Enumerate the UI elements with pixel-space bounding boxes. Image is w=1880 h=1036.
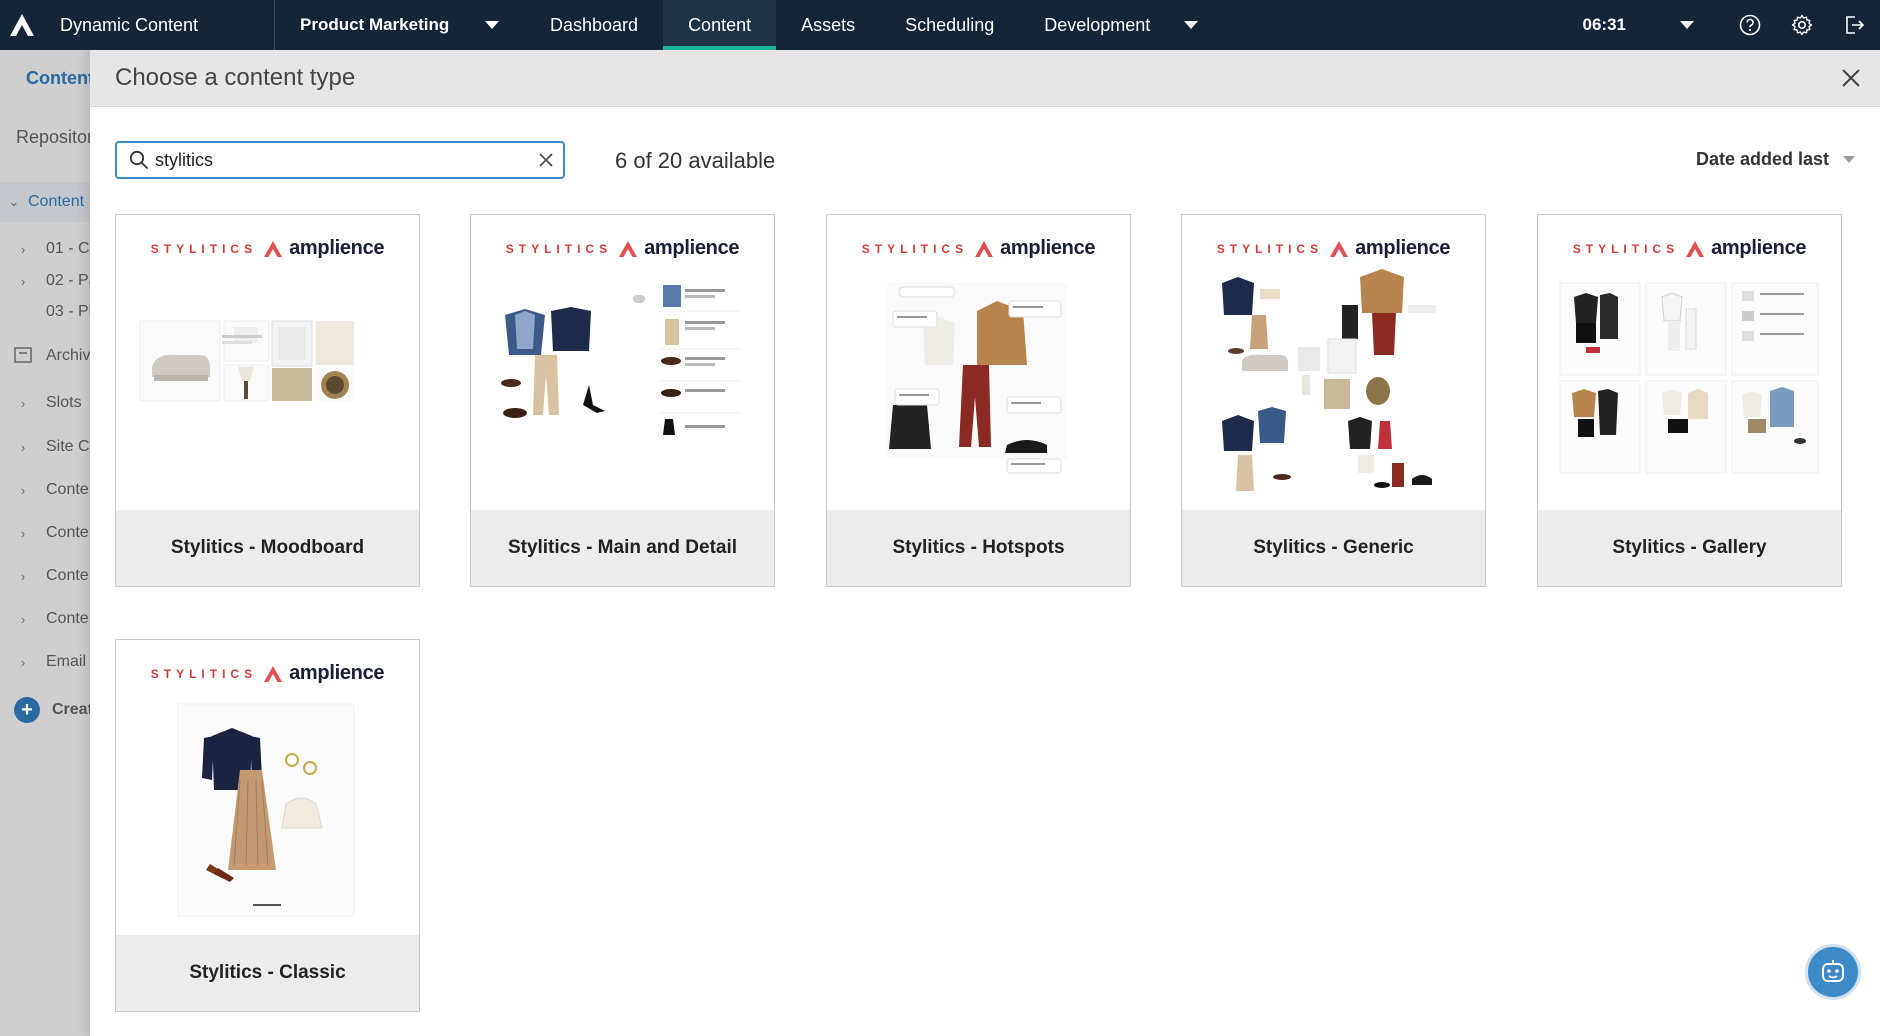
content-sidebar: Content Repository ⌄ Content › 01 - Co ›… <box>0 50 90 1036</box>
card-title: Stylitics - Gallery <box>1538 510 1841 586</box>
chevron-right-icon: › <box>20 439 26 455</box>
app-name[interactable]: Dynamic Content <box>42 0 275 50</box>
main-nav: Dashboard Content Assets Scheduling Deve… <box>525 0 1223 50</box>
modal-toolbar: 6 of 20 available Date added last <box>115 141 1855 181</box>
sidebar-item-archive[interactable]: Archive <box>0 336 90 376</box>
settings-gear-icon[interactable] <box>1776 0 1828 50</box>
sidebar-item-slots[interactable]: › Slots <box>0 383 90 423</box>
top-bar: Dynamic Content Product Marketing Dashbo… <box>0 0 1880 50</box>
clock[interactable]: 06:31 <box>1583 15 1626 35</box>
content-type-card-hotspots[interactable]: STYLITICS amplience Stylitics - Hotspots <box>826 214 1131 587</box>
nav-content[interactable]: Content <box>663 0 777 50</box>
sidebar-item-03[interactable]: 03 - Pl <box>0 292 90 332</box>
close-icon[interactable] <box>1838 65 1864 91</box>
nav-assets[interactable]: Assets <box>776 0 880 50</box>
hub-selector[interactable]: Product Marketing <box>275 0 525 50</box>
chevron-right-icon: › <box>20 568 26 584</box>
top-bar-right: 06:31 <box>1583 0 1880 50</box>
chevron-down-icon[interactable] <box>1680 21 1694 29</box>
content-type-card-gallery[interactable]: STYLITICS amplience Stylitics - Gallery <box>1537 214 1842 587</box>
amplience-logo-icon <box>264 665 283 682</box>
amplience-logo-icon <box>1330 240 1349 257</box>
chevron-right-icon: › <box>20 395 26 411</box>
card-title: Stylitics - Main and Detail <box>471 510 774 586</box>
brand-logo: STYLITICS amplience <box>150 237 385 259</box>
content-type-card-generic[interactable]: STYLITICS amplience Stylitics - Generic <box>1181 214 1486 587</box>
chevron-down-icon <box>485 21 499 29</box>
content-type-card-main-and-detail[interactable]: STYLITICS amplience › <box>470 214 775 587</box>
card-preview: STYLITICS amplience <box>116 215 419 510</box>
brand-logo: STYLITICS amplience <box>505 237 740 259</box>
sort-dropdown[interactable]: Date added last <box>1696 149 1855 170</box>
card-title: Stylitics - Moodboard <box>116 510 419 586</box>
brand-logo: STYLITICS amplience <box>150 662 385 684</box>
sidebar-item-email[interactable]: › Email <box>0 642 90 682</box>
sort-label: Date added last <box>1695 149 1829 169</box>
robot-icon <box>1822 960 1844 982</box>
archive-icon <box>0 346 46 366</box>
amplience-logo-icon <box>264 240 283 257</box>
content-type-modal: Choose a content type 6 of 20 available … <box>90 50 1880 1036</box>
chevron-right-icon: › <box>20 611 26 627</box>
sidebar-item-content[interactable]: ⌄ Content <box>0 182 90 222</box>
content-type-grid: STYLITICS amplience Stylitics - Moodboar… <box>115 214 1880 1036</box>
card-preview: STYLITICS amplience <box>116 640 419 935</box>
create-button[interactable]: + Create <box>14 697 90 723</box>
card-title: Stylitics - Generic <box>1182 510 1485 586</box>
chevron-right-icon: › <box>20 482 26 498</box>
amplience-logo-icon[interactable] <box>2 0 42 50</box>
chevron-right-icon: › <box>20 241 26 257</box>
search-box <box>115 141 565 179</box>
content-type-card-classic[interactable]: STYLITICS amplience Stylitics - Classic <box>115 639 420 1012</box>
hub-name: Product Marketing <box>300 15 450 34</box>
sidebar-item-site[interactable]: › Site C <box>0 427 90 467</box>
help-icon[interactable] <box>1724 0 1776 50</box>
nav-dashboard[interactable]: Dashboard <box>525 0 663 50</box>
search-input[interactable] <box>155 149 529 171</box>
card-preview: STYLITICS amplience › <box>471 215 774 510</box>
chevron-down-icon <box>1184 21 1199 29</box>
plus-icon: + <box>14 697 40 723</box>
sidebar-item-conte-1[interactable]: › Conte <box>0 470 90 510</box>
results-count: 6 of 20 available <box>615 148 776 173</box>
sidebar-item-conte-4[interactable]: › Conte <box>0 599 90 639</box>
card-title: Stylitics - Hotspots <box>827 510 1130 586</box>
amplience-logo-icon <box>975 240 994 257</box>
clear-search-icon[interactable] <box>529 153 563 167</box>
nav-scheduling[interactable]: Scheduling <box>880 0 1019 50</box>
content-type-card-moodboard[interactable]: STYLITICS amplience Stylitics - Moodboar… <box>115 214 420 587</box>
assistant-chat-button[interactable] <box>1805 944 1861 1000</box>
sidebar-item-conte-3[interactable]: › Conte <box>0 556 90 596</box>
modal-header: Choose a content type <box>90 50 1880 107</box>
card-preview: STYLITICS amplience <box>827 215 1130 510</box>
card-title: Stylitics - Classic <box>116 935 419 1011</box>
amplience-logo-icon <box>619 240 638 257</box>
amplience-logo-icon <box>1686 240 1705 257</box>
nav-development[interactable]: Development <box>1019 0 1223 50</box>
chevron-right-icon: › <box>20 654 26 670</box>
nav-development-label: Development <box>1044 14 1151 35</box>
repository-label[interactable]: Repository <box>16 127 90 148</box>
brand-logo: STYLITICS amplience <box>861 237 1096 259</box>
chevron-down-icon: ⌄ <box>8 194 20 209</box>
brand-logo: STYLITICS amplience <box>1572 237 1807 259</box>
search-icon <box>123 150 155 170</box>
sidebar-title[interactable]: Content <box>26 68 90 89</box>
chevron-right-icon: › <box>20 273 26 289</box>
brand-logo: STYLITICS amplience <box>1216 237 1451 259</box>
chevron-down-icon <box>1843 156 1855 163</box>
modal-title: Choose a content type <box>115 64 356 91</box>
chevron-right-icon: › <box>20 525 26 541</box>
sidebar-item-conte-2[interactable]: › Conte <box>0 513 90 553</box>
logout-icon[interactable] <box>1828 0 1880 50</box>
card-preview: STYLITICS amplience <box>1538 215 1841 510</box>
card-preview: STYLITICS amplience <box>1182 215 1485 510</box>
